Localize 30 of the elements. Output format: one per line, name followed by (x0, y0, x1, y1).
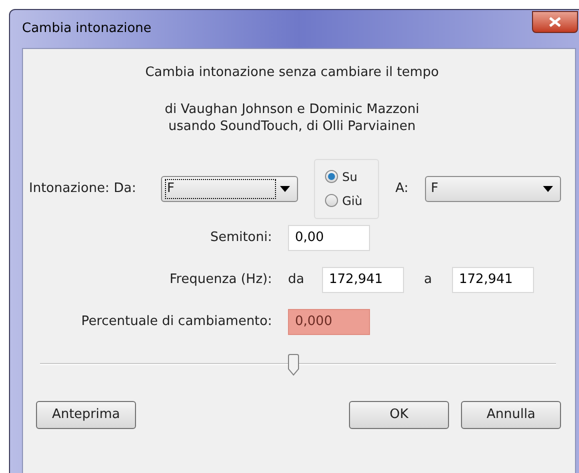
radio-button[interactable] (325, 170, 338, 183)
dropdown-arrow-icon (280, 186, 290, 192)
from-label: Da: (114, 180, 138, 198)
frequency-label: Frequenza (Hz): (168, 270, 273, 289)
radio-label: Su (342, 168, 358, 186)
close-icon (549, 17, 561, 27)
pitch-label: Intonazione: (29, 180, 110, 198)
radio-button[interactable] (325, 194, 338, 207)
slider-thumb[interactable] (288, 354, 299, 376)
window-title: Cambia intonazione (22, 20, 152, 38)
dialog-button[interactable]: OK (349, 400, 449, 428)
dialog-button[interactable]: Anteprima (36, 400, 136, 428)
dialog-heading: Cambia intonazione senza cambiare il tempo (145, 64, 439, 82)
to-label: a (423, 270, 433, 289)
semitones-label: Semitoni: (209, 228, 273, 247)
frequency-from-field[interactable]: 172,941 (322, 266, 404, 292)
radio-label: Giù (342, 192, 362, 210)
dropdown[interactable]: F (424, 176, 561, 202)
dialog-button[interactable]: Annulla (461, 400, 561, 428)
to-label: A: (395, 180, 410, 198)
credits-text: usando SoundTouch, di Olli Parviainen (168, 118, 416, 134)
close-button[interactable] (532, 11, 578, 33)
frequency-to-field[interactable]: 172,941 (452, 266, 534, 292)
dropdown-arrow-icon (542, 186, 553, 192)
from-label: da (288, 270, 306, 289)
percent-label: Percentuale di cambiamento: (80, 312, 273, 331)
semitones-field[interactable]: 0,00 (288, 224, 370, 250)
credits-text: di Vaughan Johnson e Dominic Mazzoni (164, 100, 420, 118)
percent-field[interactable]: 0,000 (288, 308, 370, 334)
dropdown[interactable]: F (161, 176, 298, 202)
